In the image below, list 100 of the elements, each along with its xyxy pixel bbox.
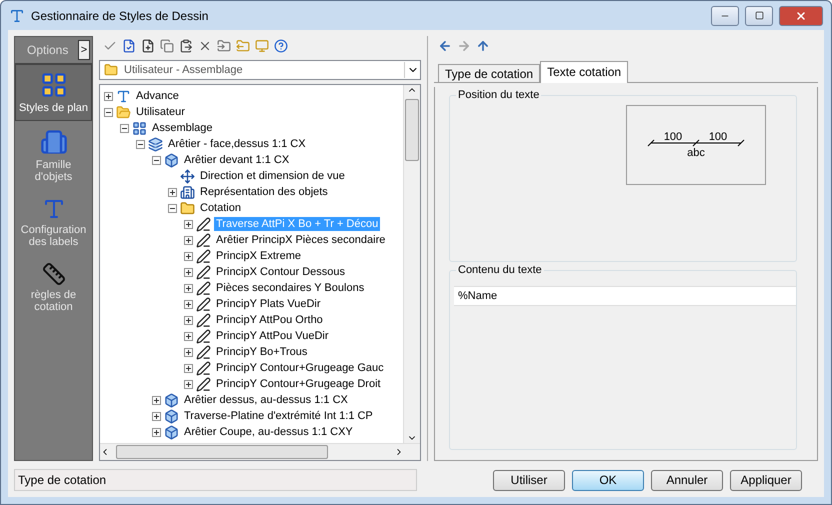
sidebar-label: Famille d'objets bbox=[34, 159, 74, 183]
tree-item[interactable]: PrincipY Plats VueDir bbox=[214, 297, 323, 311]
tree-item[interactable]: PrincipX Extreme bbox=[214, 249, 303, 263]
tree-item[interactable]: PrincipY AttPou Ortho bbox=[214, 313, 325, 327]
tree-item[interactable]: Direction et dimension de vue bbox=[198, 169, 347, 183]
copy-icon[interactable] bbox=[160, 39, 174, 53]
close-button[interactable] bbox=[779, 6, 823, 26]
expand-toggle[interactable] bbox=[184, 284, 193, 292]
dialog-button[interactable]: Annuler bbox=[651, 470, 723, 490]
maximize-icon bbox=[754, 11, 764, 20]
text-content-field[interactable]: %Name bbox=[454, 286, 796, 306]
plus-icon bbox=[153, 396, 160, 404]
close-icon bbox=[795, 10, 807, 22]
plan-style-icon bbox=[40, 71, 68, 99]
plus-icon bbox=[185, 268, 192, 276]
group-title: Contenu du texte bbox=[456, 264, 544, 276]
tree-item[interactable]: Utilisateur bbox=[134, 105, 187, 119]
folder-icon bbox=[116, 104, 131, 120]
plus-icon bbox=[185, 300, 192, 308]
collapse-toggle[interactable] bbox=[104, 108, 113, 116]
vertical-scrollbar[interactable] bbox=[403, 85, 420, 443]
expand-toggle[interactable] bbox=[168, 188, 177, 196]
expand-toggle[interactable] bbox=[152, 396, 161, 404]
dialog-button[interactable]: Utiliser bbox=[493, 470, 565, 490]
scrollbar-thumb[interactable] bbox=[116, 445, 328, 459]
tree-item[interactable]: Arêtier Coupe, au-dessus 1:1 CXY bbox=[182, 425, 355, 439]
minimize-button[interactable] bbox=[711, 6, 739, 26]
axes-icon bbox=[180, 168, 195, 184]
sidebar-label: règles de cotation bbox=[30, 289, 78, 313]
collapse-toggle[interactable] bbox=[168, 204, 177, 212]
dimension-preview-drawing: 100 100 abc bbox=[646, 127, 746, 163]
back-icon[interactable] bbox=[438, 39, 452, 53]
paste-icon[interactable] bbox=[179, 39, 193, 53]
import-icon[interactable] bbox=[217, 39, 231, 53]
cube-icon bbox=[164, 392, 179, 408]
collapse-toggle[interactable] bbox=[136, 140, 145, 148]
tree-item[interactable]: Assemblage bbox=[150, 121, 215, 135]
tree-item[interactable]: Représentation des objets bbox=[198, 185, 330, 199]
expand-toggle[interactable] bbox=[184, 348, 193, 356]
expand-toggle[interactable] bbox=[184, 236, 193, 244]
group-title: Position du texte bbox=[456, 89, 542, 101]
plus-icon bbox=[185, 236, 192, 244]
expand-toggle[interactable] bbox=[184, 364, 193, 372]
edit-icon[interactable] bbox=[122, 39, 136, 53]
window-title: Gestionnaire de Styles de Dessin bbox=[31, 8, 210, 22]
collapse-toggle[interactable] bbox=[152, 156, 161, 164]
dialog-button[interactable]: OK bbox=[572, 470, 644, 490]
expand-toggle[interactable] bbox=[184, 316, 193, 324]
new-file-icon[interactable] bbox=[141, 39, 155, 53]
blocks-icon bbox=[40, 128, 68, 156]
tree-item[interactable]: PrincipY AttPou VueDir bbox=[214, 329, 331, 343]
tree-item[interactable]: Arêtier - face,dessus 1:1 CX bbox=[166, 137, 308, 151]
expand-button[interactable]: > bbox=[78, 40, 90, 60]
tree-item[interactable]: Arêtier PrincipX Pièces secondaire bbox=[214, 233, 388, 247]
folder-icon bbox=[180, 200, 195, 216]
expand-toggle[interactable] bbox=[184, 380, 193, 388]
tree-item[interactable]: Cotation bbox=[198, 201, 243, 215]
up-icon[interactable] bbox=[476, 39, 490, 53]
tree-item[interactable]: Pièces secondaires Y Boulons bbox=[214, 281, 366, 295]
tab[interactable]: Type de cotation bbox=[438, 64, 540, 82]
cube-icon bbox=[164, 408, 179, 424]
tree-item[interactable]: Arêtier dessus, au-dessus 1:1 CX bbox=[182, 393, 350, 407]
tree-item[interactable]: PrincipX Contour Dessous bbox=[214, 265, 348, 279]
tree-item[interactable]: Arêtier devant 1:1 CX bbox=[182, 153, 292, 167]
status-bar: Type de cotation bbox=[14, 469, 417, 491]
tab[interactable]: Texte cotation bbox=[540, 61, 628, 83]
tree-item[interactable]: PrincipY Contour+Grugeage Gauc bbox=[214, 361, 386, 375]
tree-item[interactable]: PrincipY Contour+Grugeage Droit bbox=[214, 377, 383, 391]
plus-icon bbox=[185, 284, 192, 292]
plus-icon bbox=[185, 252, 192, 260]
expand-toggle[interactable] bbox=[184, 220, 193, 228]
cube-icon bbox=[164, 424, 179, 440]
expand-toggle[interactable] bbox=[104, 92, 113, 100]
dialog-button[interactable]: Appliquer bbox=[730, 470, 802, 490]
sidebar-item[interactable]: Styles de plan bbox=[15, 64, 92, 121]
expand-toggle[interactable] bbox=[152, 412, 161, 420]
horizontal-scrollbar[interactable] bbox=[100, 443, 420, 460]
plus-icon bbox=[185, 220, 192, 228]
plus-icon bbox=[185, 316, 192, 324]
tree-item[interactable]: Advance bbox=[134, 89, 181, 103]
expand-toggle[interactable] bbox=[184, 268, 193, 276]
scrollbar-thumb[interactable] bbox=[405, 99, 419, 161]
plus-icon bbox=[153, 428, 160, 436]
expand-toggle[interactable] bbox=[184, 252, 193, 260]
sidebar-title: Options bbox=[27, 43, 68, 57]
tree-item[interactable]: PrincipY Bo+Trous bbox=[214, 345, 310, 359]
help-icon[interactable] bbox=[274, 39, 288, 53]
tree-item[interactable]: Traverse-Platine d'extrémité Int 1:1 CP bbox=[182, 409, 375, 423]
expand-toggle[interactable] bbox=[184, 332, 193, 340]
plus-icon bbox=[153, 412, 160, 420]
location-dropdown[interactable]: Utilisateur - Assemblage bbox=[99, 60, 421, 80]
expand-toggle[interactable] bbox=[152, 428, 161, 436]
folder-icon bbox=[104, 63, 118, 77]
maximize-button[interactable] bbox=[745, 6, 773, 26]
cube-icon bbox=[164, 152, 179, 168]
delete-icon[interactable] bbox=[198, 39, 212, 53]
collapse-toggle[interactable] bbox=[120, 124, 129, 132]
expand-toggle[interactable] bbox=[184, 300, 193, 308]
app-icon bbox=[9, 8, 25, 24]
dropdown-value: Utilisateur - Assemblage bbox=[124, 64, 244, 76]
